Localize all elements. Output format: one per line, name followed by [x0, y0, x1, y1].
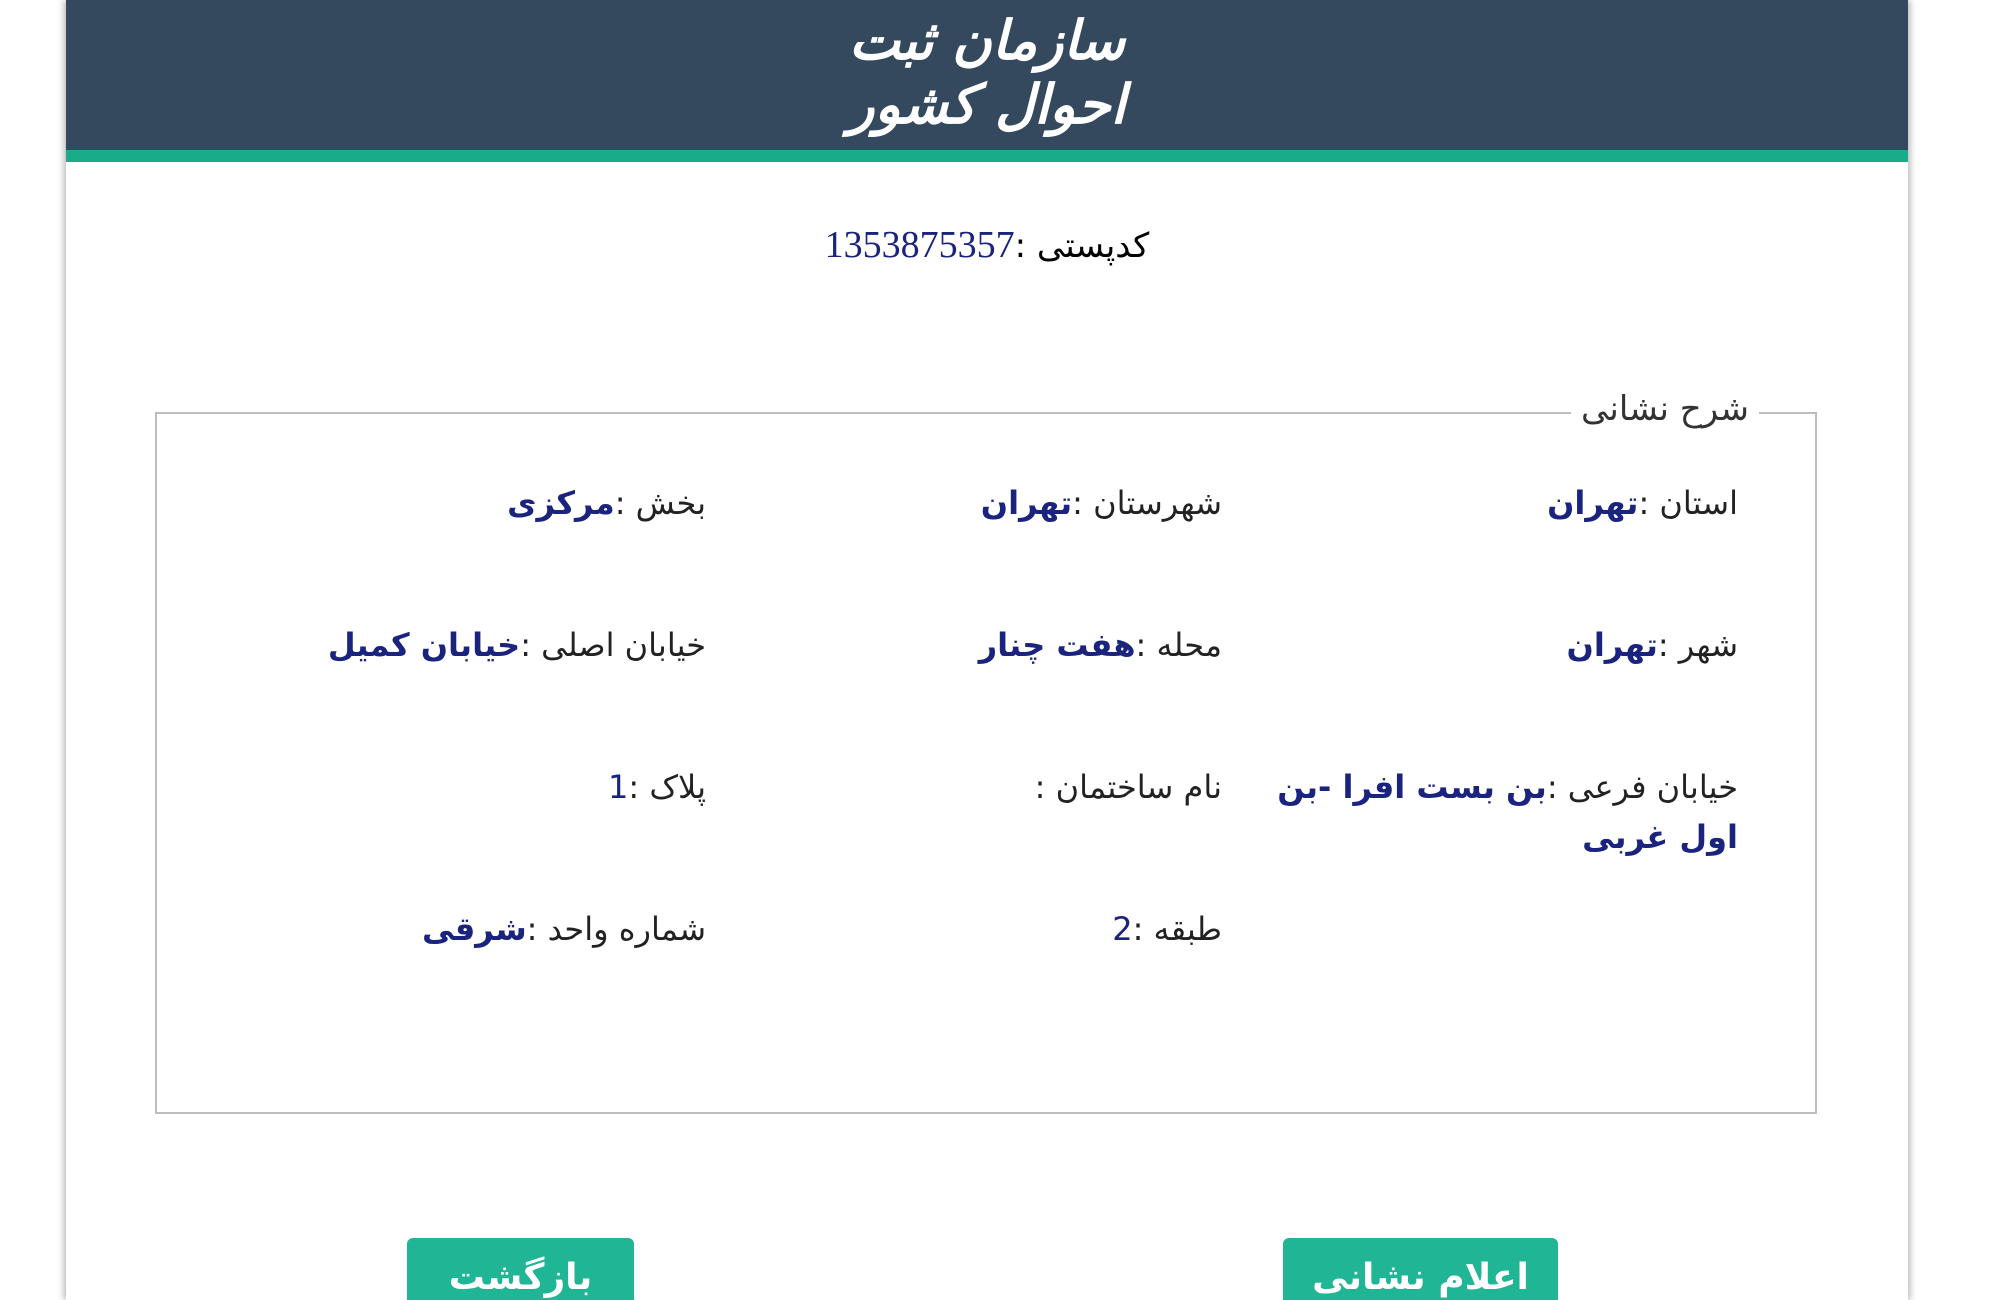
- logo-text: سازمان ثبت احوال کشور: [848, 8, 1126, 136]
- city-label: شهر :: [1657, 626, 1738, 664]
- unit-label: شماره واحد :: [526, 910, 706, 948]
- main-street-value: خیابان کمیل: [327, 626, 521, 664]
- unit-field: شماره واحد :شرقی: [236, 904, 706, 954]
- floor-field: طبقه :2: [752, 904, 1222, 954]
- district-label: بخش :: [614, 484, 706, 522]
- address-description-legend: شرح نشانی: [1571, 384, 1759, 434]
- plaque-label: پلاک :: [628, 768, 706, 806]
- floor-label: طبقه :: [1132, 910, 1222, 948]
- county-value: تهران: [980, 484, 1073, 522]
- postal-code-line: کدپستی :1353875357: [66, 220, 1908, 271]
- district-field: بخش :مرکزی: [236, 478, 706, 528]
- province-label: استان :: [1638, 484, 1738, 522]
- city-value: تهران: [1566, 626, 1658, 664]
- county-label: شهرستان :: [1072, 484, 1222, 522]
- plaque-value: 1: [608, 768, 629, 806]
- organization-logo: سازمان ثبت احوال کشور: [787, 0, 1187, 136]
- side-street-field: خیابان فرعی :بن بست افرا -بن اول غربی: [1268, 762, 1738, 862]
- unit-value: شرقی: [421, 910, 527, 948]
- postal-code-label: کدپستی :: [1014, 226, 1150, 266]
- page: سازمان ثبت احوال کشور کدپستی :1353875357…: [0, 0, 2000, 1300]
- address-card: سازمان ثبت احوال کشور کدپستی :1353875357…: [66, 0, 1908, 1300]
- plaque-field: پلاک :1: [236, 762, 706, 812]
- province-field: استان :تهران: [1268, 478, 1738, 528]
- city-field: شهر :تهران: [1268, 620, 1739, 670]
- building-name-field: نام ساختمان :: [752, 762, 1222, 812]
- page-header: سازمان ثبت احوال کشور: [66, 0, 1908, 150]
- main-street-label: خیابان اصلی :: [520, 626, 706, 664]
- floor-value: 2: [1112, 910, 1133, 948]
- declare-address-button[interactable]: اعلام نشانی: [1283, 1238, 1558, 1300]
- postal-code-value: 1353875357: [824, 224, 1015, 266]
- county-field: شهرستان :تهران: [752, 478, 1222, 528]
- header-accent-bar: [66, 150, 1908, 162]
- neighborhood-label: محله :: [1135, 626, 1223, 664]
- back-button[interactable]: بازگشت: [407, 1238, 634, 1300]
- neighborhood-field: محله :هفت چنار: [752, 620, 1222, 670]
- building-name-label: نام ساختمان :: [1034, 768, 1222, 806]
- address-description-box: شرح نشانی استان :تهران شهرستان :تهران بخ…: [155, 384, 1817, 1114]
- province-value: تهران: [1547, 484, 1639, 522]
- district-value: مرکزی: [507, 484, 615, 522]
- neighborhood-value: هفت چنار: [978, 626, 1136, 664]
- side-street-label: خیابان فرعی :: [1546, 768, 1738, 806]
- main-street-field: خیابان اصلی :خیابان کمیل: [236, 620, 706, 670]
